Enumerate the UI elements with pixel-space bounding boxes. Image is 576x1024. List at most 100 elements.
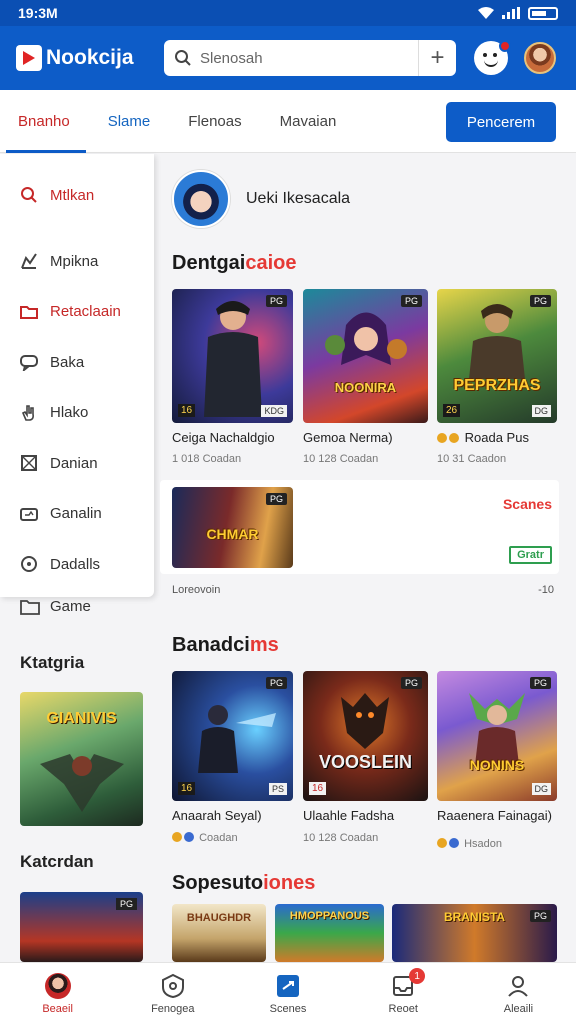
battery-icon bbox=[528, 6, 558, 20]
add-button[interactable]: + bbox=[418, 40, 456, 76]
rating-badge: PG bbox=[529, 677, 551, 689]
assistant-button[interactable] bbox=[474, 40, 511, 75]
card-corner-left: 16 bbox=[178, 782, 196, 795]
character-art bbox=[341, 693, 389, 749]
section-heading-categories: Ktatgria bbox=[20, 653, 85, 672]
status-bar: 19:3M bbox=[0, 0, 576, 26]
game-card-art[interactable]: BHAUGHDR bbox=[172, 904, 266, 962]
game-card-art[interactable]: PG 16 PS bbox=[172, 671, 293, 801]
card-corner-right: DG bbox=[531, 405, 551, 417]
drawer-item-label: Retaclaain bbox=[50, 303, 121, 321]
game-card-meta: 10 128 Coadan bbox=[303, 453, 379, 465]
game-card-art[interactable]: PG NONINS DG bbox=[437, 671, 557, 801]
drawer-item-label: Mpikna bbox=[50, 252, 99, 270]
drawer-item-folder[interactable]: Retaclaain bbox=[0, 287, 154, 338]
drawer-item-search[interactable]: Mtlkan bbox=[0, 154, 154, 236]
drawer-item-label: Dadalls bbox=[50, 555, 101, 573]
drawer-item-chart[interactable]: Mpikna bbox=[0, 236, 154, 287]
scene-art-title: CHMAR bbox=[206, 526, 259, 542]
drawer-item-gamepad[interactable]: Ganalin bbox=[0, 489, 154, 540]
game-card-art[interactable]: HMOPPANOUS bbox=[275, 904, 384, 962]
rating-badge: PG bbox=[265, 677, 287, 689]
scene-card-art[interactable]: CHMAR PG bbox=[172, 487, 293, 568]
tab-new[interactable]: Flenoas bbox=[188, 90, 241, 153]
search-bar[interactable]: + bbox=[164, 40, 456, 76]
info-icon bbox=[21, 556, 37, 573]
category-card[interactable]: GIANIVIS bbox=[20, 692, 143, 826]
nav-item-shield[interactable]: Fenogea bbox=[115, 963, 230, 1024]
app-logo[interactable]: Nookcija bbox=[16, 45, 164, 71]
character-art bbox=[325, 312, 407, 365]
rating-dot bbox=[437, 433, 447, 443]
shield-icon bbox=[159, 972, 187, 1000]
collection-card[interactable]: PG bbox=[20, 892, 143, 962]
rating-badge: PG bbox=[529, 910, 551, 922]
character-art bbox=[40, 754, 124, 812]
category-card-title: GIANIVIS bbox=[46, 710, 117, 727]
card-corner-right: DG bbox=[531, 783, 551, 795]
nav-item-scenes[interactable]: Scenes bbox=[230, 963, 345, 1024]
rating-badge: PG bbox=[265, 295, 287, 307]
game-card-title[interactable]: Raaenera Fainagai) bbox=[437, 808, 552, 823]
nav-item-home[interactable]: Beaeil bbox=[0, 963, 115, 1024]
game-card-title[interactable]: Ceiga Nachaldgio bbox=[172, 430, 275, 445]
left-game-link[interactable]: Game bbox=[20, 598, 91, 615]
game-art-title: VOOSLEIN bbox=[318, 752, 412, 772]
profile-row[interactable]: Ueki Ikesacala bbox=[172, 170, 350, 228]
drawer-item-label: Mtlkan bbox=[50, 186, 95, 204]
rating-badge: PG bbox=[400, 677, 422, 689]
game-card-title[interactable]: Ulaahle Fadsha bbox=[303, 808, 394, 823]
game-card-meta: 1 018 Coadan bbox=[172, 453, 242, 465]
rating-dot bbox=[172, 832, 182, 842]
section-title-main: Dentgai bbox=[172, 252, 246, 274]
game-card-art[interactable]: PG VOOSLEIN 16 bbox=[303, 671, 428, 801]
tab-home[interactable]: Bnanho bbox=[6, 90, 86, 153]
game-art-title: NOONIRA bbox=[334, 380, 397, 395]
app-bar: Nookcija + bbox=[0, 26, 576, 90]
drawer-item-hand[interactable]: Hlako bbox=[0, 388, 154, 439]
section-title-main: Banadci bbox=[172, 634, 250, 656]
search-input[interactable] bbox=[200, 49, 418, 67]
game-art-title: NONINS bbox=[469, 757, 525, 773]
rating-dot bbox=[449, 838, 459, 848]
rating-badge: PG bbox=[115, 898, 137, 910]
left-game-label: Game bbox=[50, 598, 91, 615]
search-icon bbox=[175, 50, 191, 66]
drawer-item-bookmark[interactable]: Danian bbox=[0, 438, 154, 489]
game-card-art[interactable]: BRANISTA PG bbox=[392, 904, 557, 962]
rating-dot bbox=[449, 433, 459, 443]
folder-icon bbox=[20, 305, 38, 319]
rating-badge: PG bbox=[400, 295, 422, 307]
profile-name: Ueki Ikesacala bbox=[246, 190, 351, 207]
section-title-third: Sopesutoiones bbox=[172, 872, 315, 895]
rating-badge: PG bbox=[529, 295, 551, 307]
more-left-link[interactable]: Loreovoin bbox=[172, 584, 220, 596]
drawer-item-info[interactable]: Dadalls bbox=[0, 539, 154, 590]
tab-more[interactable]: Mavaian bbox=[280, 90, 337, 153]
game-card-title[interactable]: Anaarah Seyal) bbox=[172, 808, 262, 823]
side-drawer: Mtlkan Mpikna Retaclaain Baka Hlako Dani… bbox=[0, 154, 154, 597]
game-card-art[interactable]: PG NOONIRA bbox=[303, 289, 428, 423]
person-icon bbox=[504, 972, 532, 1000]
gamepad-icon bbox=[20, 507, 38, 521]
game-card-art[interactable]: PG PEPRZHAS 26 DG bbox=[437, 289, 557, 423]
game-card-title[interactable]: Gemoa Nerma) bbox=[303, 430, 393, 445]
nav-item-label: Aleaili bbox=[503, 1003, 534, 1015]
nav-item-label: Scenes bbox=[269, 1003, 307, 1015]
drawer-item-chat[interactable]: Baka bbox=[0, 337, 154, 388]
nav-item-label: Fenogea bbox=[151, 1003, 195, 1015]
tab-games[interactable]: Slame bbox=[108, 90, 151, 153]
app-name: Nookcija bbox=[46, 46, 134, 69]
game-card-meta: Coadan bbox=[172, 832, 238, 844]
nav-item-profile[interactable]: Aleaili bbox=[461, 963, 576, 1024]
nav-item-inbox[interactable]: 1 Reoet bbox=[346, 963, 461, 1024]
primary-action-button[interactable]: Pencerem bbox=[446, 102, 556, 142]
scenes-label[interactable]: Scanes bbox=[503, 496, 552, 512]
user-avatar[interactable] bbox=[524, 42, 556, 74]
game-art-title: BHAUGHDR bbox=[186, 912, 252, 924]
game-card-meta-text: Hsadon bbox=[464, 838, 502, 850]
game-card-art[interactable]: PG 16 KDG bbox=[172, 289, 293, 423]
drawer-item-label: Hlako bbox=[50, 404, 89, 422]
nav-item-label: Reoet bbox=[388, 1003, 418, 1015]
game-card-title[interactable]: Roada Pus bbox=[437, 430, 529, 445]
